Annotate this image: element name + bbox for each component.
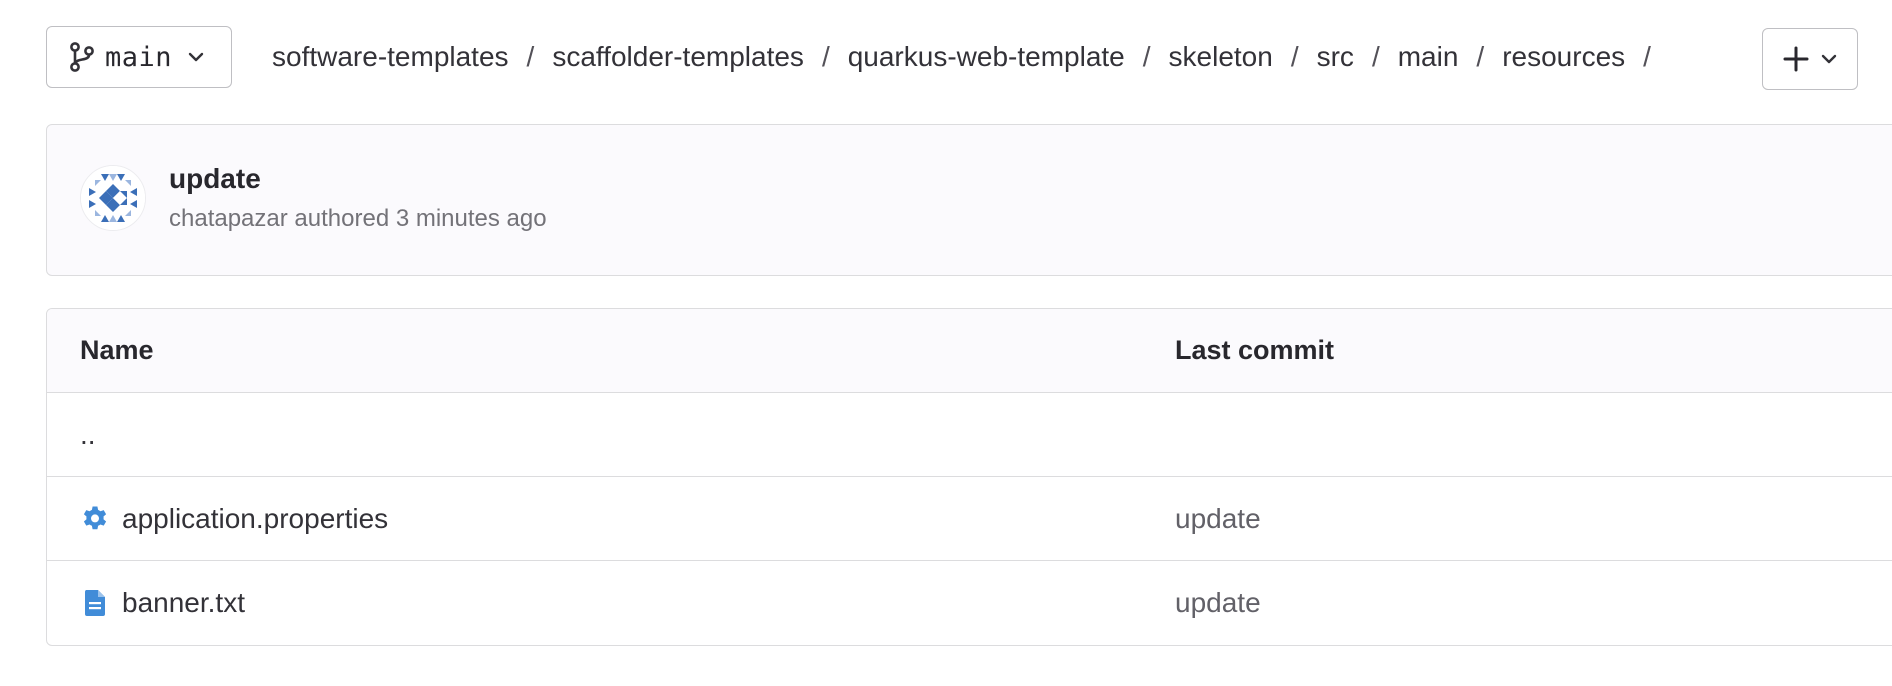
table-row: banner.txt update [47,561,1892,645]
breadcrumb-item[interactable]: main [1398,41,1459,73]
file-name-cell: banner.txt [80,587,245,619]
column-header-last-commit: Last commit [1175,335,1335,365]
breadcrumb-item[interactable]: resources [1502,41,1625,73]
add-to-tree-button[interactable] [1762,28,1858,90]
breadcrumb-separator: / [1371,41,1380,72]
breadcrumb-item[interactable]: software-templates [272,41,509,73]
chevron-down-icon [188,51,204,63]
breadcrumb-separator: / [1643,41,1651,72]
branch-selector-button[interactable]: main [46,26,232,88]
file-name-cell: application.properties [80,503,388,535]
commit-title-link[interactable]: update [169,163,261,195]
last-commit-link[interactable]: update [1175,503,1261,535]
breadcrumb-item[interactable]: src [1317,41,1354,73]
breadcrumb-separator: / [1476,41,1485,72]
chevron-down-icon [1821,53,1837,65]
breadcrumb-separator: / [1290,41,1299,72]
file-name-link[interactable]: application.properties [122,503,388,535]
branch-icon [69,42,95,72]
table-row: application.properties update [47,477,1892,561]
file-table: Name Last commit .. application.properti… [46,308,1892,646]
file-name-link[interactable]: banner.txt [122,587,245,619]
breadcrumb-item[interactable]: scaffolder-templates [552,41,804,73]
breadcrumb-separator: / [526,41,535,72]
branch-name: main [105,41,173,73]
breadcrumb-item[interactable]: quarkus-web-template [848,41,1125,73]
column-header-name: Name [80,335,154,365]
settings-file-icon [80,504,110,534]
commit-author-meta: chatapazar authored 3 minutes ago [169,205,547,232]
last-commit-link[interactable]: update [1175,587,1261,619]
breadcrumb-separator: / [821,41,830,72]
identicon-avatar [81,166,145,230]
table-row-parent[interactable]: .. [47,393,1892,477]
breadcrumb-item[interactable]: skeleton [1169,41,1273,73]
author-avatar[interactable] [80,165,146,231]
plus-icon [1783,46,1809,72]
parent-directory-link[interactable]: .. [80,419,96,451]
breadcrumb-separator: / [1142,41,1151,72]
breadcrumb: software-templates / scaffolder-template… [272,34,1669,80]
table-header-row: Name Last commit [47,309,1892,393]
last-commit-panel: update chatapazar authored 3 minutes ago [46,124,1892,276]
text-file-icon [80,588,110,618]
